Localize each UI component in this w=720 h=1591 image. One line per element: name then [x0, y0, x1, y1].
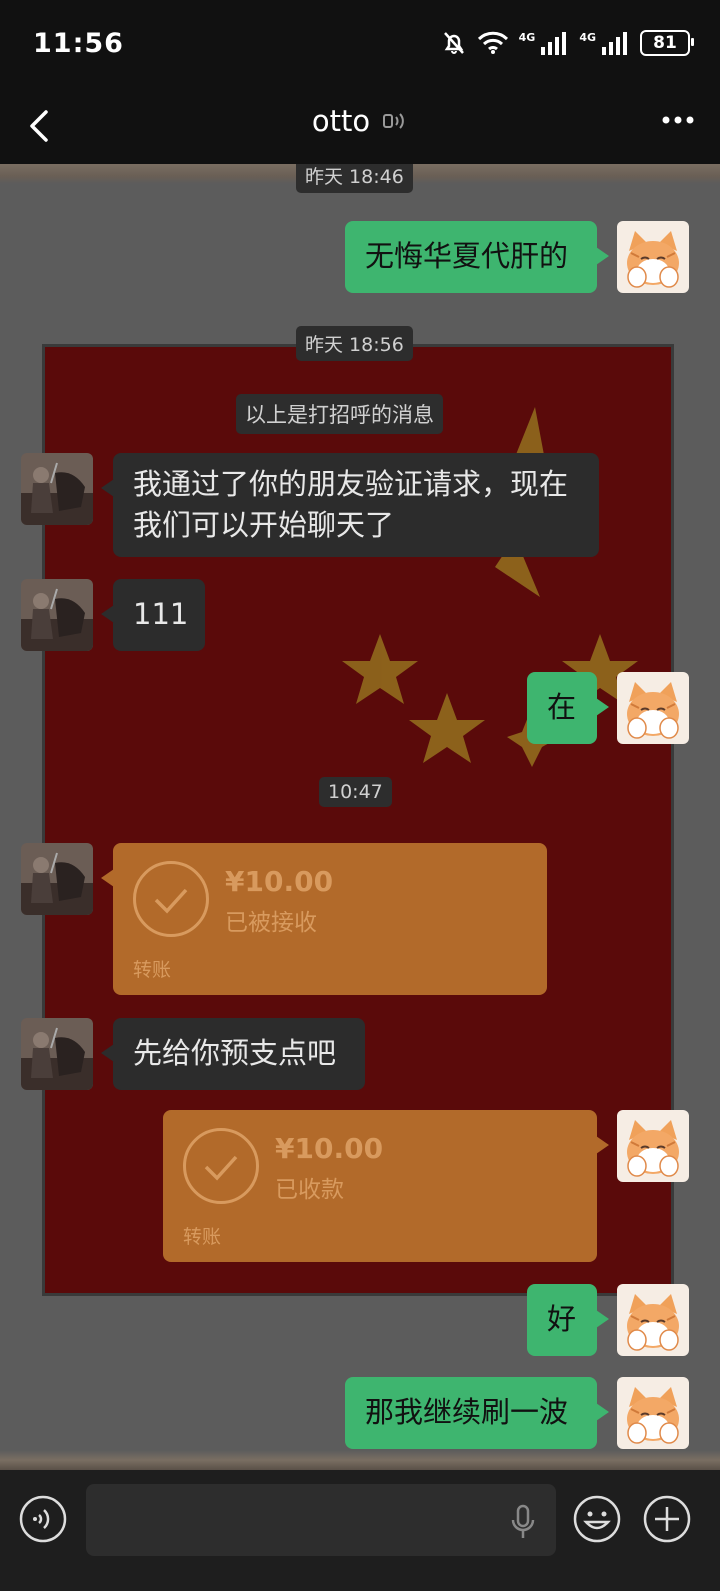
transfer-amount: ¥10.00	[225, 865, 334, 898]
my-message-bubble[interactable]: 好	[527, 1284, 609, 1356]
battery-indicator: 81	[640, 30, 694, 56]
check-circle-icon	[133, 861, 209, 937]
my-avatar[interactable]	[617, 1110, 689, 1182]
signal-icon-2	[602, 32, 627, 55]
chat-area[interactable]: 昨天 18:46 无悔华夏代肝的 昨天 18:56 以上是打招呼的消息 我通过了…	[0, 164, 720, 1470]
more-icon[interactable]	[660, 114, 696, 126]
contact-avatar[interactable]	[21, 843, 93, 915]
timestamp: 昨天 18:56	[296, 326, 413, 361]
contact-message-bubble[interactable]: 111	[101, 579, 205, 651]
check-icon	[154, 888, 188, 914]
my-avatar[interactable]	[617, 672, 689, 744]
network-type-1: 4G	[518, 30, 536, 44]
plus-icon[interactable]	[642, 1494, 692, 1544]
contact-avatar[interactable]	[21, 579, 93, 651]
input-bar	[0, 1470, 720, 1591]
transfer-label: 转账	[133, 959, 172, 981]
mute-bell-icon	[443, 32, 464, 54]
my-message-bubble[interactable]: 那我继续刷一波	[345, 1377, 609, 1449]
voice-input-icon[interactable]	[18, 1494, 68, 1544]
check-circle-icon	[183, 1128, 259, 1204]
chat-header: otto	[0, 88, 720, 164]
status-bar: 11:56 4G 4G 81	[0, 0, 720, 88]
wallpaper-frame-bottom	[0, 1450, 720, 1470]
wifi-icon	[477, 31, 508, 54]
my-message-bubble[interactable]: 在	[527, 672, 609, 744]
contact-avatar[interactable]	[21, 453, 93, 525]
timestamp: 昨天 18:46	[296, 164, 413, 193]
transfer-amount: ¥10.00	[275, 1132, 384, 1165]
cat-avatar-icon	[617, 1110, 689, 1182]
my-avatar[interactable]	[617, 1377, 689, 1449]
contact-message-bubble[interactable]: 先给你预支点吧	[101, 1018, 365, 1090]
message-line: 我通过了你的朋友验证请求，现在	[133, 467, 569, 501]
network-type-2: 4G	[579, 30, 596, 44]
warrior-avatar-icon	[21, 453, 93, 525]
transfer-status: 已收款	[275, 1177, 344, 1203]
timestamp: 10:47	[319, 777, 392, 807]
message-input[interactable]	[86, 1484, 556, 1556]
contact-avatar[interactable]	[21, 1018, 93, 1090]
status-time: 11:56	[33, 28, 124, 59]
signal-icon	[541, 32, 567, 55]
title-wrap: otto	[0, 104, 720, 138]
cat-avatar-icon	[617, 672, 689, 744]
warrior-avatar-icon	[21, 1018, 93, 1090]
voice-call-icon	[383, 113, 404, 129]
warrior-avatar-icon	[21, 579, 93, 651]
transfer-label: 转账	[183, 1226, 222, 1248]
emoji-icon[interactable]	[572, 1494, 622, 1544]
my-avatar[interactable]	[617, 1284, 689, 1356]
contact-message-bubble[interactable]: 我通过了你的朋友验证请求，现在 我们可以开始聊天了	[101, 453, 599, 557]
status-icons: 4G 4G 81	[441, 30, 694, 56]
battery-level: 81	[653, 33, 677, 53]
cat-avatar-icon	[617, 1284, 689, 1356]
cat-avatar-icon	[617, 221, 689, 293]
transfer-card[interactable]: ¥10.00 已收款 转账	[163, 1110, 609, 1262]
message-line: 我们可以开始聊天了	[133, 508, 395, 542]
warrior-avatar-icon	[21, 843, 93, 915]
transfer-card[interactable]: ¥10.00 已被接收 转账	[101, 843, 547, 995]
cat-avatar-icon	[617, 1377, 689, 1449]
my-avatar[interactable]	[617, 221, 689, 293]
transfer-status: 已被接收	[225, 910, 317, 936]
check-icon	[204, 1155, 238, 1181]
mic-icon[interactable]	[510, 1504, 536, 1540]
chat-title: otto	[311, 104, 371, 138]
my-message-bubble[interactable]: 无悔华夏代肝的	[345, 221, 609, 293]
system-notice: 以上是打招呼的消息	[236, 394, 443, 434]
